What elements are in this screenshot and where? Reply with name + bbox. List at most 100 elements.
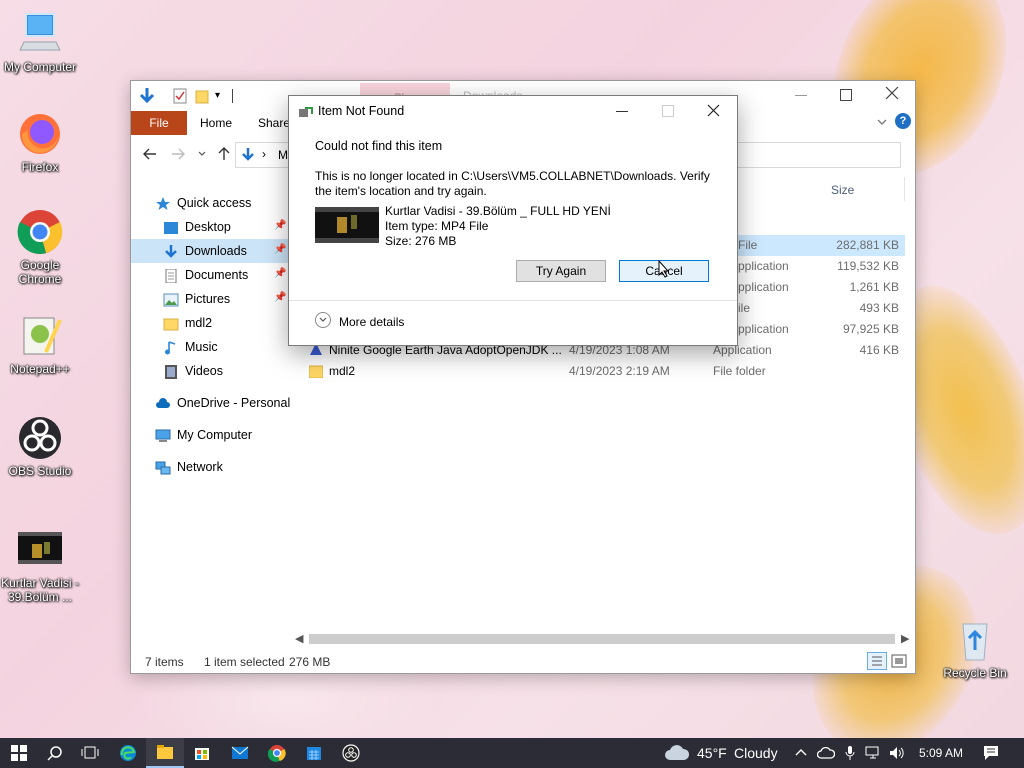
nav-downloads[interactable]: Downloads xyxy=(131,239,291,263)
back-arrow-icon[interactable] xyxy=(143,147,157,161)
cloud-icon xyxy=(155,397,171,411)
store-icon xyxy=(195,748,209,760)
nav-music[interactable]: Music xyxy=(163,335,218,359)
computer-icon xyxy=(155,429,171,443)
desktop-icon-google-chrome[interactable]: Google Chrome xyxy=(0,208,80,286)
more-details-link[interactable]: More details xyxy=(339,315,404,329)
desktop-icon-recycle-bin[interactable]: Recycle Bin xyxy=(935,616,1015,680)
minimize-button[interactable] xyxy=(795,95,807,96)
status-item-count: 7 items xyxy=(145,655,184,669)
nav-onedrive[interactable]: OneDrive - Personal xyxy=(155,391,290,415)
search-button[interactable] xyxy=(36,738,74,768)
taskbar-edge[interactable] xyxy=(109,738,147,768)
weather-cloud-icon[interactable] xyxy=(664,744,690,762)
try-again-button[interactable]: Try Again xyxy=(516,260,606,282)
scrollbar-thumb[interactable] xyxy=(309,634,895,644)
nav-network[interactable]: Network xyxy=(155,455,223,479)
show-hidden-icons-chevron-icon[interactable] xyxy=(795,747,807,757)
item-not-found-dialog: Item Not Found Could not find this item … xyxy=(288,95,738,346)
taskbar-calendar[interactable] xyxy=(295,738,333,768)
tab-home[interactable]: Home xyxy=(193,111,239,135)
pin-icon[interactable]: 📌 xyxy=(274,268,286,279)
notifications-icon[interactable] xyxy=(983,745,999,761)
file-type: File xyxy=(738,238,758,252)
folder-icon xyxy=(163,317,179,331)
nav-label: My Computer xyxy=(177,428,253,442)
chrome-icon xyxy=(16,208,64,256)
large-icons-view-icon[interactable] xyxy=(891,654,907,668)
dialog-close-button[interactable] xyxy=(707,104,720,117)
file-thumbnail xyxy=(315,207,379,243)
desktop-icon-obs-studio[interactable]: OBS Studio xyxy=(0,414,80,478)
taskbar-store[interactable] xyxy=(183,738,221,768)
downloads-location-icon xyxy=(240,147,256,163)
taskbar-file-explorer[interactable] xyxy=(146,738,184,768)
desktop-icon-label: Notepad++ xyxy=(10,362,70,376)
file-name: mdl2 xyxy=(329,364,356,378)
file-size: 493 KB xyxy=(859,301,899,315)
nav-quick-access[interactable]: Quick access xyxy=(155,191,251,215)
desktop-icon-my-computer[interactable]: My Computer xyxy=(0,10,80,74)
task-view-icon xyxy=(81,746,99,759)
properties-icon[interactable] xyxy=(173,88,187,104)
taskbar-mail[interactable] xyxy=(221,738,259,768)
file-size: 282,881 KB xyxy=(836,238,899,252)
pin-icon[interactable]: 📌 xyxy=(274,220,286,231)
obs-icon xyxy=(342,744,360,762)
nav-my-computer[interactable]: My Computer xyxy=(155,423,252,447)
maximize-button[interactable] xyxy=(840,89,852,101)
navigation-pane: Quick access Desktop Downloads Documents… xyxy=(131,191,291,611)
desktop-icon-firefox[interactable]: Firefox xyxy=(0,110,80,174)
start-button[interactable] xyxy=(0,738,38,768)
nav-pictures[interactable]: Pictures xyxy=(163,287,230,311)
taskbar-chrome[interactable] xyxy=(258,738,296,768)
task-view-button[interactable] xyxy=(71,738,109,768)
quick-access-dropdown-icon[interactable]: ▾ xyxy=(215,90,220,101)
dialog-minimize-button[interactable] xyxy=(616,111,628,112)
forward-arrow-icon[interactable] xyxy=(171,147,185,161)
network-icon[interactable] xyxy=(865,746,881,760)
scroll-left-icon[interactable]: ◀ xyxy=(295,632,303,645)
nav-videos[interactable]: Videos xyxy=(163,359,223,383)
volume-icon[interactable] xyxy=(889,746,905,760)
horizontal-scrollbar[interactable]: ◀ ▶ xyxy=(291,631,915,647)
file-type: pplication xyxy=(738,322,789,336)
new-folder-icon[interactable] xyxy=(195,88,209,104)
desktop-icon-video-file[interactable]: Kurtlar Vadisi - 39.Bölüm ... xyxy=(0,526,80,604)
notepadpp-icon xyxy=(16,312,64,360)
dialog-maximize-button xyxy=(662,105,674,117)
up-arrow-icon[interactable] xyxy=(217,147,231,161)
expand-ribbon-chevron-icon[interactable] xyxy=(876,116,888,128)
microphone-icon[interactable] xyxy=(845,745,855,761)
desktop-icon-notepadpp[interactable]: Notepad++ xyxy=(0,312,80,376)
onedrive-cloud-icon[interactable] xyxy=(817,746,835,760)
weather-condition[interactable]: Cloudy xyxy=(734,745,778,761)
desktop: My Computer Firefox Google Chrome Notepa… xyxy=(0,0,1024,738)
tab-file[interactable]: File xyxy=(131,111,187,135)
recent-locations-chevron-icon[interactable] xyxy=(197,149,207,159)
desktop-icon-label: OBS Studio xyxy=(8,464,72,478)
desktop-icon-label: Google Chrome xyxy=(18,258,62,286)
pin-icon[interactable]: 📌 xyxy=(274,244,286,255)
nav-label: Videos xyxy=(185,364,223,378)
column-header-size[interactable]: Size xyxy=(831,183,854,197)
mouse-cursor-icon xyxy=(658,260,670,278)
close-button[interactable] xyxy=(885,86,899,100)
help-icon[interactable]: ? xyxy=(895,113,911,129)
weather-temperature[interactable]: 45°F xyxy=(697,745,727,761)
file-row[interactable]: mdl2 4/19/2023 2:19 AM File folder xyxy=(301,361,905,382)
pin-icon[interactable]: 📌 xyxy=(274,292,286,303)
expand-chevron-icon[interactable] xyxy=(315,312,331,328)
scroll-right-icon[interactable]: ▶ xyxy=(901,632,909,645)
nav-documents[interactable]: Documents xyxy=(163,263,248,287)
clock-time[interactable]: 5:09 AM xyxy=(919,746,963,760)
network-icon xyxy=(155,461,171,475)
details-view-icon[interactable] xyxy=(867,652,887,670)
taskbar-obs[interactable] xyxy=(332,738,370,768)
calendar-icon xyxy=(307,747,321,760)
file-name: Kurtlar Vadisi - 39.Bölüm _ FULL HD YENİ xyxy=(385,204,611,218)
nav-label: Network xyxy=(177,460,223,474)
nav-mdl2[interactable]: mdl2 xyxy=(163,311,212,335)
file-type: ile xyxy=(738,301,751,315)
search-icon xyxy=(47,746,62,761)
